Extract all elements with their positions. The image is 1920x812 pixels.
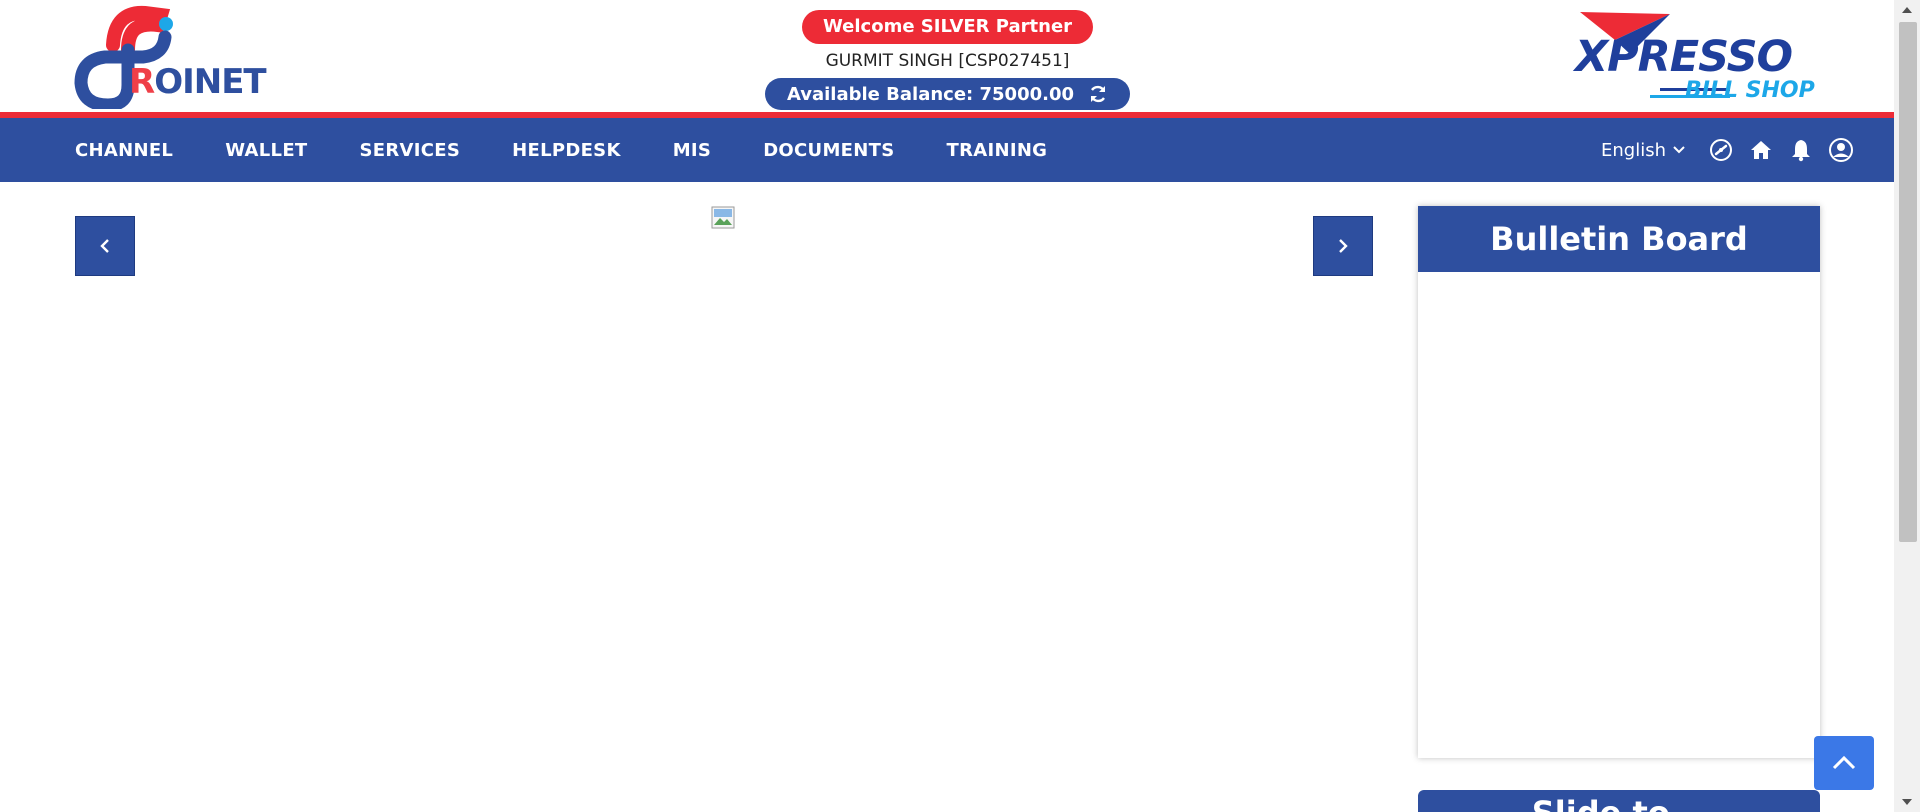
carousel-next-button[interactable] (1313, 216, 1373, 276)
scroll-thumb[interactable] (1899, 22, 1917, 542)
back-to-top-button[interactable] (1814, 736, 1874, 790)
partner-info: Welcome SILVER Partner GURMIT SINGH [CSP… (760, 10, 1135, 110)
language-select[interactable]: English (1601, 140, 1686, 161)
nav-item-helpdesk[interactable]: HELPDESK (512, 140, 621, 161)
nav-item-documents[interactable]: DOCUMENTS (763, 140, 894, 161)
nav-item-training[interactable]: TRAINING (946, 140, 1047, 161)
bulletin-board: Bulletin Board (1418, 206, 1820, 758)
user-name-id: GURMIT SINGH [CSP027451] (825, 51, 1070, 71)
bill-shop-wordmark: BILL SHOP (1685, 78, 1815, 103)
home-icon[interactable] (1748, 137, 1774, 163)
nav-item-services[interactable]: SERVICES (360, 140, 461, 161)
balance-text: Available Balance: 75000.00 (786, 83, 1075, 105)
xpresso-logo[interactable]: XPRESSO BILL SHOP (1575, 10, 1825, 105)
chevron-up-icon (1832, 755, 1856, 770)
secondary-panel-header: Slide to... (1418, 790, 1820, 812)
bulletin-board-title: Bulletin Board (1418, 206, 1820, 272)
balance-pill: Available Balance: 75000.00 (764, 78, 1131, 110)
welcome-badge: Welcome SILVER Partner (801, 10, 1094, 44)
roinet-wordmark: ROINET (129, 62, 267, 102)
header: ROINET Welcome SILVER Partner GURMIT SIN… (0, 0, 1894, 112)
chevron-down-icon (1673, 146, 1685, 154)
nav-item-wallet[interactable]: WALLET (225, 140, 307, 161)
bell-icon[interactable] (1788, 137, 1814, 163)
nav-item-mis[interactable]: MIS (673, 140, 711, 161)
scroll-up-arrow[interactable] (1894, 0, 1920, 20)
secondary-panel-title: Slide to... (1418, 797, 1820, 812)
language-label: English (1601, 139, 1666, 161)
xpresso-wordmark: XPRESSO (1575, 32, 1793, 82)
user-profile-icon[interactable] (1828, 137, 1854, 163)
chevron-left-icon (100, 239, 109, 253)
dashboard-icon[interactable] (1708, 137, 1734, 163)
refresh-icon[interactable] (1088, 84, 1108, 104)
page-scrollbar[interactable] (1894, 0, 1920, 812)
broken-image-icon (711, 206, 735, 229)
roinet-logo[interactable]: ROINET (73, 5, 288, 112)
scroll-down-arrow[interactable] (1894, 792, 1920, 812)
nav-menu: CHANNEL WALLET SERVICES HELPDESK MIS DOC… (75, 118, 1099, 182)
carousel-prev-button[interactable] (75, 216, 135, 276)
nav-actions: English (1601, 118, 1854, 182)
main-nav: CHANNEL WALLET SERVICES HELPDESK MIS DOC… (0, 118, 1894, 182)
chevron-right-icon (1339, 239, 1348, 253)
nav-item-channel[interactable]: CHANNEL (75, 140, 173, 161)
banner-image (711, 206, 736, 230)
